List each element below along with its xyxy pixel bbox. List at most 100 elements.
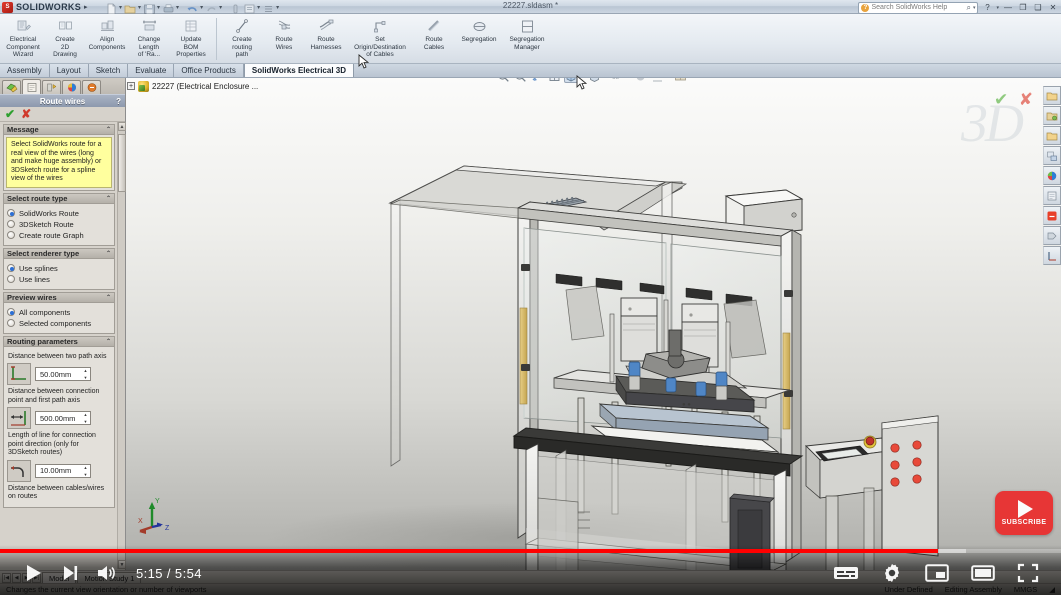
ribbon-button-align-components[interactable]: Align Components — [86, 15, 128, 51]
property-manager-panel: Route wires ? ✔ ✘ Message ⌃ Select Solid… — [0, 78, 126, 595]
input-connection-point-distance[interactable]: 500.00mm ▲ ▼ — [35, 411, 91, 425]
ribbon-label: Route Wires — [275, 36, 293, 51]
tab-assembly[interactable]: Assembly — [0, 64, 50, 77]
radio-selected-components[interactable]: Selected components — [7, 319, 111, 328]
search-icon[interactable]: ⌕ — [966, 3, 970, 13]
group-body: Distance between two path axis 50.00mm ▲… — [3, 346, 115, 508]
ribbon-button-electrical-component-wizard[interactable]: Electrical Component Wizard — [2, 15, 44, 59]
radio-all-components[interactable]: All components — [7, 308, 111, 317]
minimize-button[interactable]: — — [1002, 3, 1014, 12]
maximize-button[interactable]: ❑ — [1032, 3, 1044, 12]
ribbon-button-create-2d-drawing[interactable]: Create 2D Drawing — [44, 15, 86, 59]
ribbon-button-segregation[interactable]: Segregation — [455, 15, 503, 44]
accept-button[interactable]: ✔ — [5, 108, 15, 120]
miniplayer-button[interactable] — [925, 563, 949, 583]
settings-button[interactable] — [881, 562, 903, 584]
title-bar: S SOLIDWORKS ▸ ▾ ▾ ▾ ▾ ▾ ▾ ▾ ▾ 22227.sld… — [0, 0, 1061, 14]
property-manager-scrollbar[interactable]: ▲ ▼ — [117, 122, 126, 569]
tab-solidworks-electrical-3d[interactable]: SolidWorks Electrical 3D — [243, 64, 354, 77]
youtube-progress-bar[interactable] — [0, 549, 1061, 553]
graphics-area[interactable]: 3D ▾ ▾ 6σ ▾ — [126, 78, 1061, 595]
cancel-button[interactable]: ✘ — [21, 108, 31, 120]
search-help-input[interactable]: ? Search SolidWorks Help ⌕ ▾ — [858, 1, 979, 14]
help-dropdown-icon[interactable]: ▾ — [996, 5, 999, 11]
chevron-up-icon[interactable]: ⌃ — [106, 126, 111, 133]
volume-button[interactable] — [96, 563, 118, 583]
property-manager-tab[interactable] — [22, 79, 41, 94]
group-header[interactable]: Select renderer type ⌃ — [3, 247, 115, 259]
radio-3dsketch-route[interactable]: 3DSketch Route — [7, 220, 111, 229]
theater-button[interactable] — [971, 563, 995, 583]
solidworks-window: S SOLIDWORKS ▸ ▾ ▾ ▾ ▾ ▾ ▾ ▾ ▾ 22227.sld… — [0, 0, 1061, 595]
radio-solidworks-route[interactable]: SolidWorks Route — [7, 209, 111, 218]
param-row-line-length: 10.00mm ▲ ▼ — [7, 459, 111, 482]
ribbon-button-segregation-manager[interactable]: Segregation Manager — [503, 15, 551, 51]
next-video-button[interactable] — [60, 563, 80, 583]
ribbon-button-route-harnesses[interactable]: Route Harnesses — [305, 15, 347, 51]
cad-model-viewport[interactable]: ● ● — [126, 78, 1061, 595]
panel-help-icon[interactable]: ? — [116, 97, 121, 106]
restore-button[interactable]: ❐ — [1017, 3, 1029, 12]
ribbon-label: Create 2D Drawing — [53, 36, 77, 58]
input-line-length[interactable]: 10.00mm ▲ ▼ — [35, 463, 91, 478]
chevron-up-icon[interactable]: ⌃ — [106, 250, 111, 257]
display-manager-tab[interactable] — [62, 80, 81, 94]
ribbon-button-change-length[interactable]: Change Length of 'Ra... — [128, 15, 170, 59]
param-row-connection-point-distance: 500.00mm ▲ ▼ — [7, 407, 111, 429]
scroll-up-arrow[interactable]: ▲ — [118, 122, 126, 131]
nav-first-button[interactable]: |◀ — [2, 572, 11, 583]
search-dropdown-icon[interactable]: ▾ — [973, 5, 976, 11]
ribbon-button-route-wires[interactable]: Route Wires — [263, 15, 305, 51]
change-length-icon — [141, 18, 158, 35]
group-header[interactable]: Select route type ⌃ — [3, 192, 115, 204]
param-row-path-axis-distance: 50.00mm ▲ ▼ — [7, 363, 111, 385]
spinner-arrows[interactable]: ▲ ▼ — [82, 465, 89, 477]
ribbon-button-route-cables[interactable]: Route Cables — [413, 15, 455, 51]
radio-label: SolidWorks Route — [19, 208, 79, 218]
chevron-up-icon[interactable]: ⌃ — [106, 195, 111, 202]
feature-tree-label: 22227 (Electrical Enclosure ... — [152, 81, 259, 91]
feature-manager-tab[interactable] — [2, 80, 21, 94]
radio-label: All components — [19, 307, 71, 317]
status-resize-grip[interactable]: ◢ — [1043, 585, 1061, 594]
group-select-route-type: Select route type ⌃ SolidWorks Route 3DS… — [3, 192, 115, 246]
subtitles-button[interactable] — [833, 564, 859, 582]
input-path-axis-distance[interactable]: 50.00mm ▲ ▼ — [35, 367, 91, 381]
group-title: Select route type — [7, 193, 68, 203]
tab-evaluate[interactable]: Evaluate — [128, 64, 175, 77]
dimxpert-manager-tab[interactable] — [82, 80, 101, 94]
radio-use-lines[interactable]: Use lines — [7, 275, 111, 284]
scrollbar-thumb[interactable] — [118, 134, 126, 192]
chevron-up-icon[interactable]: ⌃ — [106, 338, 111, 345]
ribbon-button-create-routing-path[interactable]: Create routing path — [221, 15, 263, 59]
radio-indicator — [7, 308, 15, 316]
tab-sketch[interactable]: Sketch — [88, 64, 129, 77]
radio-use-splines[interactable]: Use splines — [7, 264, 111, 273]
message-text: Select SolidWorks route for a real view … — [6, 137, 112, 188]
spinner-arrows[interactable]: ▲ ▼ — [82, 369, 89, 380]
feature-tree-root[interactable]: + 22227 (Electrical Enclosure ... — [127, 79, 287, 93]
radio-label: Use lines — [19, 274, 50, 284]
group-header[interactable]: Message ⌃ — [3, 124, 115, 135]
configuration-manager-tab[interactable] — [42, 80, 61, 94]
close-button[interactable]: ✕ — [1047, 3, 1059, 12]
tab-office-products[interactable]: Office Products — [174, 64, 244, 77]
nav-prev-button[interactable]: ◀ — [12, 572, 21, 583]
ribbon-button-set-origin-destination[interactable]: Set Origin/Destination of Cables — [347, 15, 413, 59]
play-button[interactable] — [22, 562, 44, 584]
expand-icon[interactable]: + — [127, 82, 135, 90]
subscribe-watermark[interactable]: SUBSCRIBE — [995, 491, 1053, 535]
radio-indicator — [7, 209, 15, 217]
help-button-icon[interactable]: ? — [981, 3, 993, 12]
ribbon-button-update-bom-properties[interactable]: Update BOM Properties — [170, 15, 212, 59]
chevron-up-icon[interactable]: ⌃ — [106, 294, 111, 301]
group-header[interactable]: Routing parameters ⌃ — [3, 335, 115, 347]
tab-layout[interactable]: Layout — [49, 64, 89, 77]
spinner-arrows[interactable]: ▲ ▼ — [82, 413, 89, 424]
input-value: 10.00mm — [40, 466, 72, 475]
ribbon-label: Electrical Component Wizard — [6, 36, 40, 58]
group-header[interactable]: Preview wires ⌃ — [3, 291, 115, 303]
radio-create-route-graph[interactable]: Create route Graph — [7, 231, 111, 240]
fullscreen-button[interactable] — [1017, 563, 1039, 583]
segregation-icon — [471, 18, 488, 35]
